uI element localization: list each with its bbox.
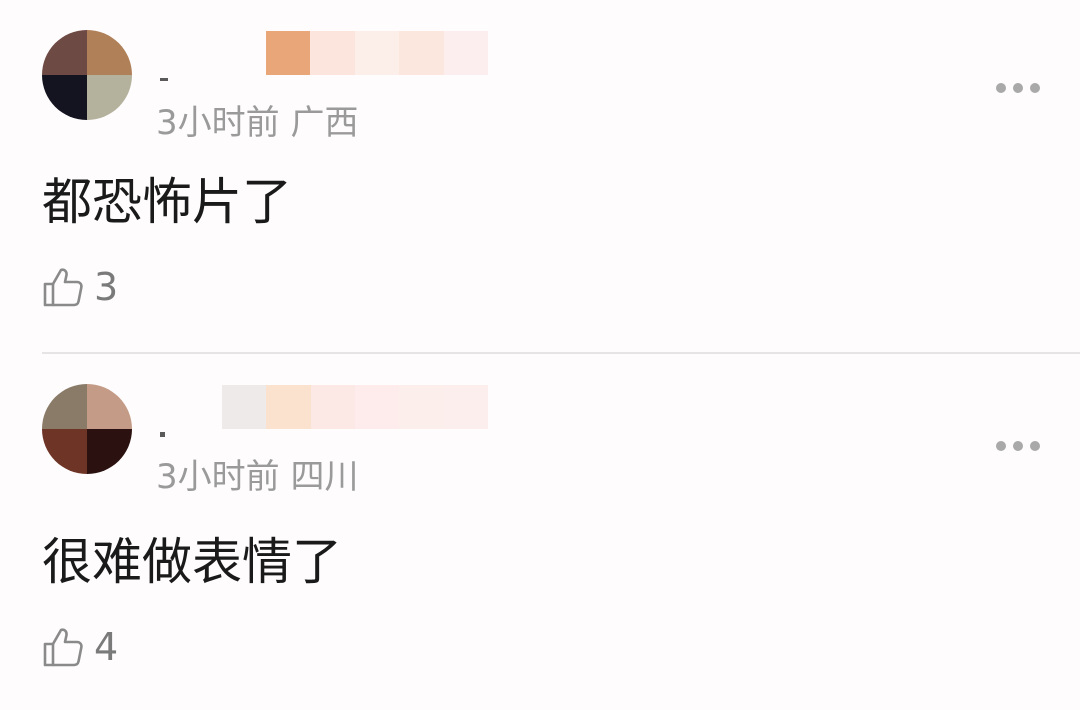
like-button[interactable]: 4 <box>42 622 118 672</box>
username-blur-block <box>222 385 267 429</box>
comment-meta: 3小时前 四川 <box>156 457 358 497</box>
comment-text: 很难做表情了 <box>42 533 342 591</box>
username-blur-block <box>354 31 400 75</box>
comment-location: 广西 <box>290 103 359 143</box>
like-button[interactable]: 3 <box>42 262 118 312</box>
username-blur-block <box>310 385 355 429</box>
username-blur-block <box>399 31 444 75</box>
username-blur-block <box>266 385 311 429</box>
comment-text: 都恐怖片了 <box>42 173 292 231</box>
more-dots-icon[interactable] <box>996 440 1040 452</box>
thumbs-up-icon <box>43 628 83 667</box>
username-blurred[interactable] <box>266 31 489 75</box>
comment-list: 3小时前 广西 都恐怖片了 3 3小时前 四川 很难做表情了 4 <box>0 0 1080 710</box>
comment-item: 3小时前 四川 很难做表情了 4 <box>0 354 1080 710</box>
like-count: 4 <box>94 625 119 669</box>
username-blur-block <box>443 31 489 75</box>
comment-item: 3小时前 广西 都恐怖片了 3 <box>0 0 1080 354</box>
username-blur-block <box>310 31 355 75</box>
username-blur-block <box>443 385 488 429</box>
thumbs-up-icon <box>43 268 83 307</box>
avatar[interactable] <box>42 30 132 120</box>
comment-location: 四川 <box>290 457 359 497</box>
username-blur-block <box>399 385 444 429</box>
like-count: 3 <box>94 265 119 309</box>
username-fragment <box>160 78 168 81</box>
comment-time: 3小时前 <box>156 103 280 143</box>
avatar[interactable] <box>42 384 132 474</box>
comment-meta: 3小时前 广西 <box>156 103 358 143</box>
username-fragment <box>160 432 165 437</box>
comment-time: 3小时前 <box>156 457 280 497</box>
username-blur-block <box>266 31 311 75</box>
username-blur-block <box>354 385 400 429</box>
more-dots-icon[interactable] <box>996 82 1040 94</box>
username-blurred[interactable] <box>222 385 488 429</box>
